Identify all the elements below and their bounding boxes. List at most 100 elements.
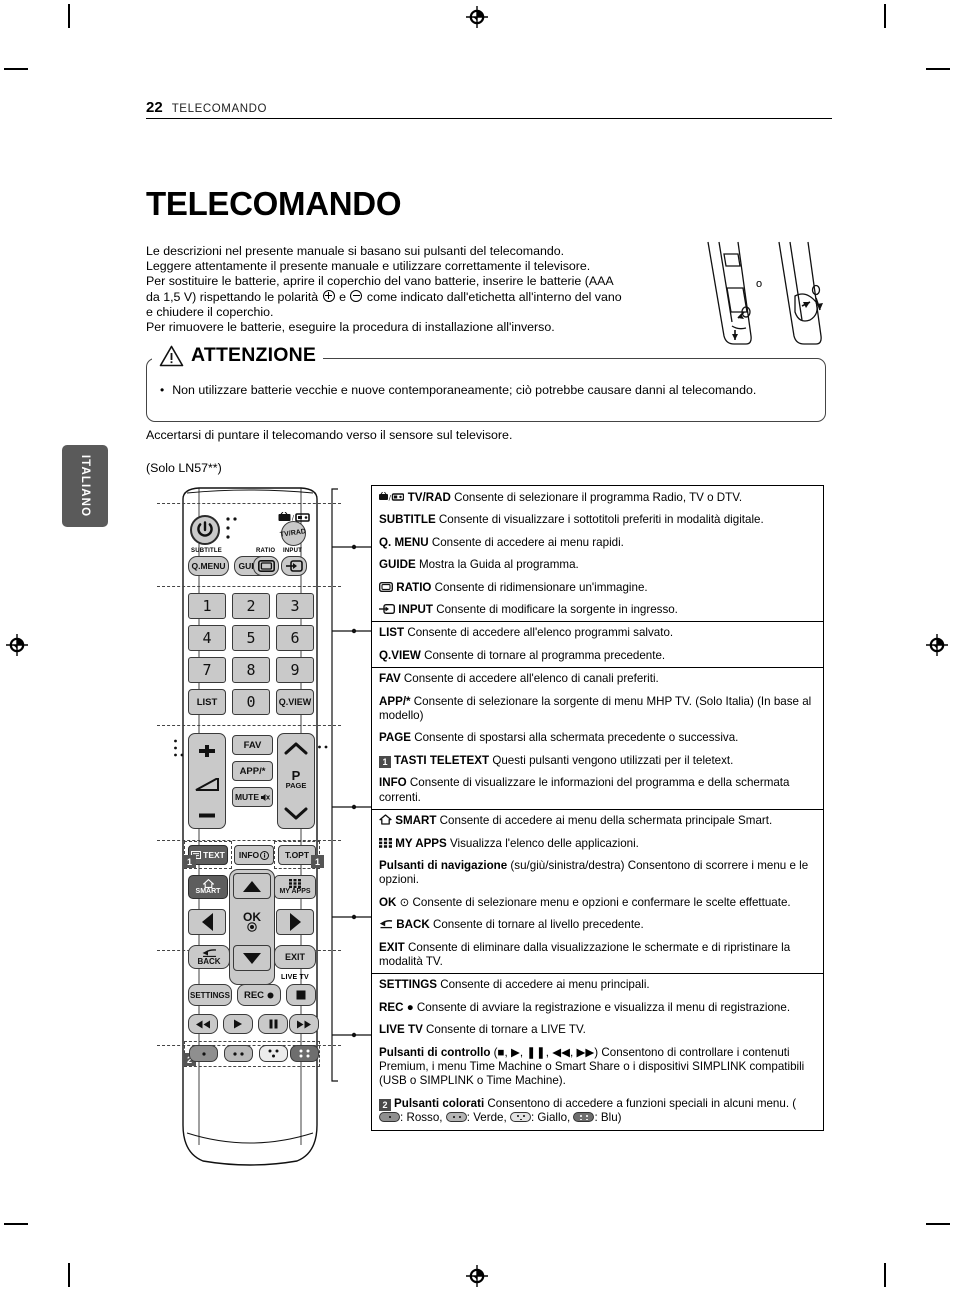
number-5-button[interactable]: 5 [232,625,270,651]
fast-forward-button[interactable] [289,1014,319,1034]
page-p-label: P [291,768,301,783]
row-label: Q. MENU [379,535,429,549]
ratio-button[interactable] [253,556,279,576]
number-1-button[interactable]: 1 [188,593,226,619]
number-4-label: 4 [202,629,212,647]
number-6-button[interactable]: 6 [276,625,314,651]
nav-up-button[interactable] [233,873,271,899]
list-button[interactable]: LIST [188,689,226,715]
number-3-button[interactable]: 3 [276,593,314,619]
q-view-button[interactable]: Q.VIEW [276,689,314,715]
number-9-button[interactable]: 9 [276,657,314,683]
settings-button[interactable]: SETTINGS [188,984,232,1006]
button-description-table: / TV/RAD Consente di selezionare il prog… [371,485,824,1131]
badge-1-right-label: 1 [314,856,320,867]
q-menu-label: Q.MENU [191,561,226,571]
row-label: TV/RAD [407,491,451,504]
registration-mark-top [466,6,488,28]
info-icon [260,850,270,860]
app-button[interactable]: APP/* [232,761,273,781]
info-label: INFO [238,850,260,860]
row-text: Consentono di accedere a funzioni specia… [484,1096,797,1110]
power-button[interactable] [190,515,220,545]
tv-rad-label: TV/RAD [280,527,307,539]
intro-line-4a: da 1,5 V) rispettando le polarità [146,289,322,304]
header-section-title: TELECOMANDO [171,103,268,115]
row-label: BACK [396,918,430,932]
number-7-button[interactable]: 7 [188,657,226,683]
number-4-button[interactable]: 4 [188,625,226,651]
row-text: Consente di accedere ai menu principali. [436,978,650,992]
row-label: SMART [395,814,437,828]
row-label: Pulsanti di controllo [379,1045,491,1059]
number-0-button[interactable]: 0 [232,689,270,715]
page-label: PAGE [285,781,307,790]
row-text: Consente di tornare al programma precede… [420,648,666,662]
row-label: Pulsanti di navigazione [379,858,508,872]
color-button-blue[interactable] [290,1045,319,1062]
row-text: Consente di spostarsi alla schermata pre… [411,731,739,745]
number-8-button[interactable]: 8 [232,657,270,683]
fav-label: FAV [243,739,262,751]
fav-button[interactable]: FAV [232,735,273,755]
intro-line-6: Per rimuovere le batterie, eseguire la p… [146,320,555,335]
q-menu-button[interactable]: Q.MENU [188,556,229,576]
input-icon [379,603,396,616]
my-apps-button[interactable]: MY APPS [274,875,316,899]
warning-triangle-icon [159,345,184,367]
row-text: Consente di accedere ai menu della scher… [436,814,773,828]
play-button[interactable] [223,1014,253,1034]
info-button[interactable]: INFO [234,845,274,865]
row-label: INPUT [398,603,434,617]
ok-button[interactable]: OK [234,909,270,935]
number-8-label: 8 [246,661,256,679]
table-row: BACK Consente di tornare al livello prec… [372,914,823,936]
settings-label: SETTINGS [189,990,230,1000]
color-button-yellow[interactable] [259,1045,288,1062]
number-9-label: 9 [290,661,300,679]
play-icon [234,1019,242,1029]
input-button[interactable] [281,556,307,576]
page-rocker[interactable]: P PAGE [277,733,315,829]
number-1-label: 1 [202,597,212,615]
language-tab: ITALIANO [62,445,108,527]
caution-bullet: • [160,383,165,397]
row-text: Consente di accedere all'elenco di canal… [400,672,659,686]
exit-button[interactable]: EXIT [274,945,316,969]
subtitle-label: SUBTITLE [191,548,222,554]
back-button[interactable]: BACK [188,945,230,969]
row-text: Consente di accedere ai menu rapidi. [428,535,624,549]
my-apps-label: MY APPS [279,887,311,895]
table-row: Q. MENU Consente di accedere ai menu rap… [372,532,823,554]
color-yellow-label: : Giallo, [530,1111,574,1125]
table-row: INPUT Consente di modificare la sorgente… [372,599,823,621]
fast-forward-icon [297,1020,311,1028]
rec-button[interactable]: REC [237,984,281,1006]
remote-control-diagram: / TV/RAD SUBTITLE Q.MENU GUIDE RATIO INP… [157,485,341,1169]
nav-left-button[interactable] [188,909,226,935]
plus-icon [199,744,215,757]
caution-text: Non utilizzare batterie vecchie e nuove … [172,383,757,397]
svg-text:/: / [389,494,392,502]
mute-button[interactable]: MUTE [232,787,273,807]
nav-down-button[interactable] [233,945,271,971]
table-row: Q.VIEW Consente di tornare al programma … [372,645,823,667]
arrow-left-icon [201,913,213,931]
volume-rocker[interactable] [188,733,226,829]
pause-button[interactable] [258,1014,288,1034]
smart-button[interactable]: SMART [188,875,228,899]
registration-mark-left [6,634,28,656]
stop-button[interactable] [286,984,316,1006]
nav-right-button[interactable] [276,909,314,935]
crop-mark-top-left-h [4,68,28,70]
number-2-button[interactable]: 2 [232,593,270,619]
rewind-button[interactable] [188,1014,218,1034]
table-row: 1 TASTI TELETEXT Questi pulsanti vengono … [372,750,823,772]
color-button-green[interactable] [224,1045,253,1062]
row-label: RATIO [396,580,432,594]
table-row: / TV/RAD Consente di selezionare il prog… [372,486,823,509]
tv-rad-button[interactable]: TV/RAD [280,521,307,546]
row-text: Consente di accedere all'elenco programm… [404,626,674,640]
row-text: Consente di visualizzare i sottotitoli p… [435,513,764,527]
color-button-red[interactable] [189,1045,218,1062]
